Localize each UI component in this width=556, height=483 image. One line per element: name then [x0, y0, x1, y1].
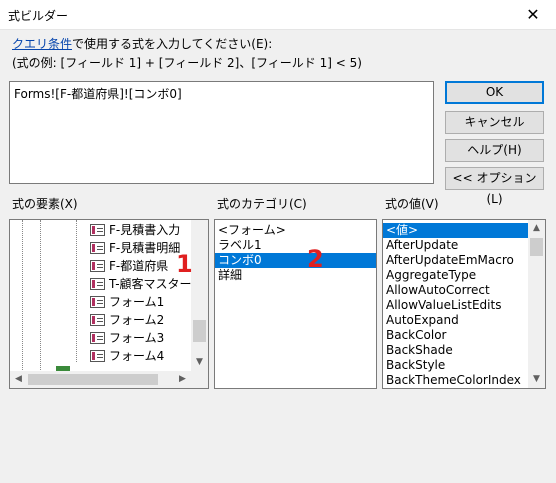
categories-label: 式のカテゴリ(C) [217, 197, 307, 211]
list-item[interactable]: AfterUpdate [383, 238, 528, 253]
form-icon [90, 314, 105, 326]
form-icon [90, 278, 105, 290]
expression-input[interactable]: Forms![F-都道府県]![コンボ0] [9, 81, 434, 184]
scroll-up-icon[interactable]: ▲ [528, 220, 545, 237]
query-criteria-link[interactable]: クエリ条件 [12, 37, 72, 51]
tree-item[interactable]: F-都道府県 [10, 257, 193, 275]
form-icon [90, 296, 105, 308]
ok-button[interactable]: OK [445, 81, 544, 104]
list-item-selected[interactable]: コンボ0 [215, 253, 376, 268]
values-vscroll[interactable]: ▲ ▼ [528, 220, 545, 388]
instruction-text: クエリ条件で使用する式を入力してください(E): [12, 35, 272, 52]
list-item[interactable]: BackStyle [383, 358, 528, 373]
elements-hscroll[interactable]: ◀ ▶ [10, 371, 191, 388]
help-button[interactable]: ヘルプ(H) [445, 139, 544, 162]
tree-item[interactable]: フォーム2 [10, 311, 193, 329]
tree-item[interactable]: フォーム4 [10, 347, 193, 365]
elements-label: 式の要素(X) [12, 197, 78, 211]
elements-tree[interactable]: F-見積書入力 F-見積書明細 F-都道府県 T-顧客マスター フォーム1 フォ… [9, 219, 209, 389]
annotation-mark-1: 1 [176, 250, 193, 278]
scroll-thumb[interactable] [193, 320, 206, 342]
title-bar: 式ビルダー ✕ [0, 0, 556, 30]
list-item[interactable]: AllowValueListEdits [383, 298, 528, 313]
options-button[interactable]: << オプション(L) [445, 167, 544, 206]
close-icon[interactable]: ✕ [510, 0, 556, 30]
scroll-down-icon[interactable]: ▼ [191, 354, 208, 371]
scroll-corner [191, 371, 208, 388]
list-item[interactable]: BackShade [383, 343, 528, 358]
list-item[interactable]: ラベル1 [215, 238, 376, 253]
list-item[interactable]: AllowAutoCorrect [383, 283, 528, 298]
form-icon [90, 332, 105, 344]
list-item[interactable]: BackColor [383, 328, 528, 343]
form-icon [90, 224, 105, 236]
tree-item[interactable]: T-顧客マスター [10, 275, 193, 293]
scroll-right-icon[interactable]: ▶ [174, 371, 191, 388]
form-icon [90, 350, 105, 362]
annotation-mark-2: 2 [307, 245, 324, 273]
form-icon [90, 242, 105, 254]
window-title: 式ビルダー [8, 9, 69, 23]
tree-item[interactable]: フォーム3 [10, 329, 193, 347]
list-item[interactable]: AggregateType [383, 268, 528, 283]
form-icon [90, 260, 105, 272]
cancel-button[interactable]: キャンセル [445, 111, 544, 134]
tree-item[interactable]: フォーム1 [10, 293, 193, 311]
values-label: 式の値(V) [385, 197, 439, 211]
list-item[interactable]: <フォーム> [215, 223, 376, 238]
expression-example: (式の例: [フィールド 1] + [フィールド 2]、[フィールド 1] < … [12, 56, 362, 70]
scroll-down-icon[interactable]: ▼ [528, 371, 545, 388]
list-item[interactable]: BackThemeColorIndex [383, 373, 528, 388]
scroll-thumb[interactable] [28, 374, 158, 385]
scroll-left-icon[interactable]: ◀ [10, 371, 27, 388]
list-item-selected[interactable]: <値> [383, 223, 528, 238]
elements-vscroll[interactable]: ▼ [191, 220, 208, 371]
tree-item[interactable]: F-見積書明細 [10, 239, 193, 257]
instruction-rest: で使用する式を入力してください(E): [72, 37, 273, 51]
values-list[interactable]: <値> AfterUpdate AfterUpdateEmMacro Aggre… [382, 219, 546, 389]
list-item[interactable]: 詳細 [215, 268, 376, 283]
tree-item[interactable]: F-見積書入力 [10, 221, 193, 239]
scroll-thumb[interactable] [530, 238, 543, 256]
categories-list[interactable]: <フォーム> ラベル1 コンボ0 詳細 [214, 219, 377, 389]
list-item[interactable]: AutoExpand [383, 313, 528, 328]
list-item[interactable]: AfterUpdateEmMacro [383, 253, 528, 268]
